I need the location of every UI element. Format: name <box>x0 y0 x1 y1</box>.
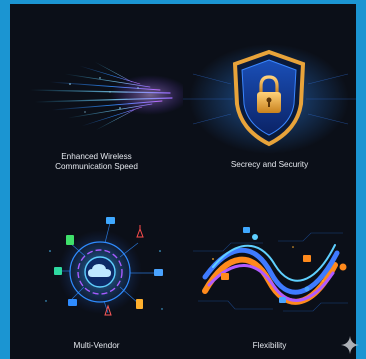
caption-flexibility-line1: Flexibility <box>252 341 287 350</box>
feature-grid: Enhanced Wireless Communication Speed Se… <box>10 4 356 359</box>
caption-flexibility: Flexibility <box>183 341 356 351</box>
tile-wireless-speed: Enhanced Wireless Communication Speed <box>10 4 183 181</box>
tile-flexibility: Flexibility <box>183 181 356 358</box>
caption-security-line1: Secrecy and Security <box>230 160 309 169</box>
sparkle-watermark-icon <box>341 336 359 354</box>
caption-wireless-line2: Communication Speed <box>55 162 138 171</box>
caption-wireless-line1: Enhanced Wireless <box>61 152 132 161</box>
caption-multi-vendor-line1: Multi-Vendor <box>73 341 120 350</box>
tile-multi-vendor: Multi-Vendor <box>10 181 183 358</box>
caption-multi-vendor: Multi-Vendor <box>10 341 183 351</box>
caption-wireless-speed: Enhanced Wireless Communication Speed <box>10 152 183 172</box>
caption-security: Secrecy and Security <box>183 160 356 170</box>
tile-security: Secrecy and Security <box>183 4 356 181</box>
slide-frame: Enhanced Wireless Communication Speed Se… <box>0 0 366 359</box>
cloud-network-hub-icon <box>45 217 163 316</box>
flowing-waves-network-icon <box>193 227 348 312</box>
shield-lock-icon <box>183 44 356 154</box>
